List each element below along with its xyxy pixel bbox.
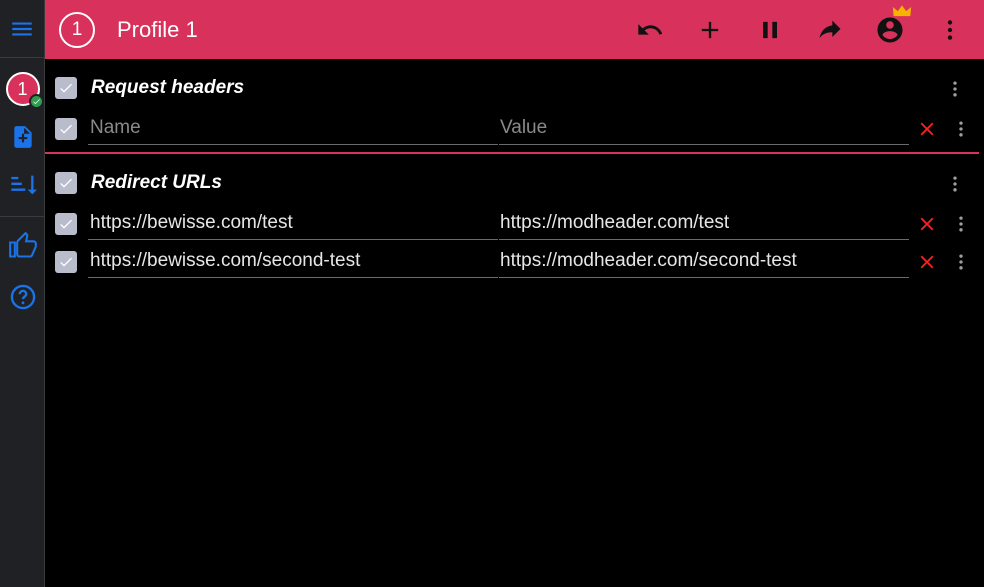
section-more-button[interactable] [945, 172, 965, 196]
section-redirect-urls: Redirect URLs [45, 172, 984, 196]
sort-button[interactable] [0, 165, 45, 205]
add-profile-button[interactable] [0, 117, 45, 157]
value-placeholder: Value [500, 117, 548, 138]
more-vert-icon [953, 176, 957, 192]
more-vert-icon [947, 20, 953, 40]
name-placeholder: Name [90, 117, 141, 138]
section-checkbox[interactable] [55, 172, 77, 194]
redirect-to-input[interactable]: https://modheader.com/test [499, 210, 909, 240]
header-name-input[interactable]: Name [88, 115, 498, 145]
share-button[interactable] [812, 12, 848, 48]
sort-icon [10, 175, 37, 195]
delete-row-button[interactable] [916, 118, 938, 140]
undo-button[interactable] [632, 12, 668, 48]
redirect-from-input[interactable]: https://bewisse.com/test [88, 210, 498, 240]
profile-1-button[interactable]: 1 [0, 68, 45, 110]
thumbs-up-icon [8, 232, 37, 258]
undo-icon [638, 24, 663, 35]
section-more-button[interactable] [945, 77, 965, 101]
add-button[interactable] [692, 12, 728, 48]
section-checkbox[interactable] [55, 77, 77, 99]
pause-button[interactable] [752, 12, 788, 48]
active-check-icon [28, 94, 44, 109]
modifiers-panel: Request headers Name Value Redirect URLs… [45, 59, 984, 587]
row-more-button[interactable] [951, 250, 971, 274]
menu-button[interactable] [0, 0, 44, 58]
table-row: Name Value [45, 115, 984, 149]
more-vert-icon [959, 254, 963, 270]
redirect-from-input[interactable]: https://bewisse.com/second-test [88, 248, 498, 278]
section-title: Request headers [91, 77, 245, 98]
row-checkbox[interactable] [55, 213, 77, 235]
more-vert-icon [953, 81, 957, 97]
section-request-headers: Request headers [45, 77, 984, 101]
add-icon [701, 21, 719, 39]
close-icon [920, 122, 934, 136]
help-icon [10, 284, 35, 310]
more-options-button[interactable] [932, 12, 968, 48]
profile-title[interactable]: Profile 1 [117, 17, 198, 43]
pause-icon [763, 21, 777, 39]
menu-icon [12, 22, 32, 35]
profile-badge-number: 1 [17, 78, 28, 99]
section-divider [45, 152, 979, 154]
close-icon [920, 255, 934, 269]
more-vert-icon [959, 216, 963, 232]
section-title: Redirect URLs [91, 172, 222, 193]
sidebar: 1 [0, 0, 45, 587]
help-button[interactable] [0, 277, 45, 317]
profile-header: 1 Profile 1 [45, 0, 984, 59]
add-profile-icon [13, 126, 32, 148]
row-checkbox[interactable] [55, 251, 77, 273]
more-vert-icon [959, 121, 963, 137]
close-icon [920, 217, 934, 231]
row-more-button[interactable] [951, 117, 971, 141]
profile-number-circle[interactable]: 1 [59, 11, 95, 48]
delete-row-button[interactable] [916, 251, 938, 273]
table-row: https://bewisse.com/second-test https://… [45, 248, 984, 282]
row-more-button[interactable] [951, 212, 971, 236]
sidebar-divider [0, 216, 45, 217]
profile-badge: 1 [5, 72, 44, 109]
header-value-input[interactable]: Value [499, 115, 909, 145]
profile-number: 1 [71, 18, 83, 40]
redirect-to-input[interactable]: https://modheader.com/second-test [499, 248, 909, 278]
row-checkbox[interactable] [55, 118, 77, 140]
share-icon [819, 20, 841, 39]
crown-icon [892, 4, 912, 20]
delete-row-button[interactable] [916, 213, 938, 235]
table-row: https://bewisse.com/test https://modhead… [45, 210, 984, 244]
feedback-button[interactable] [0, 226, 45, 266]
